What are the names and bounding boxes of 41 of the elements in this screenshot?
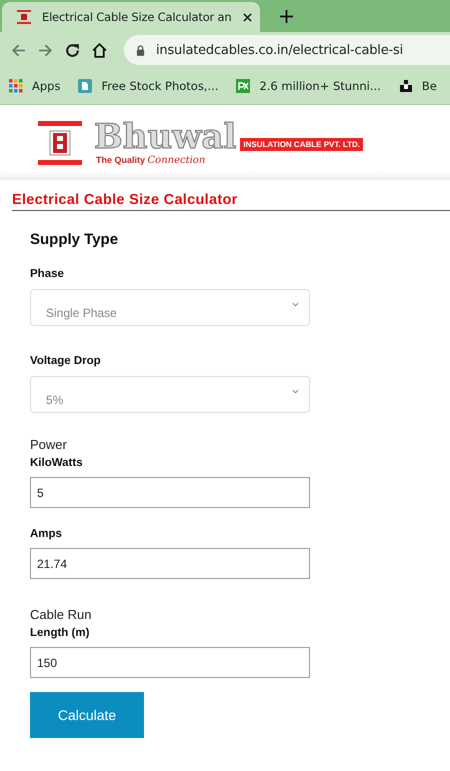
group-label: Power bbox=[30, 437, 67, 452]
page-title: Electrical Cable Size Calculator bbox=[12, 192, 450, 211]
favicon-icon bbox=[16, 9, 32, 25]
logo-wordmark: Bhuwal bbox=[94, 119, 236, 155]
home-icon[interactable] bbox=[91, 42, 108, 58]
apps-grid-icon bbox=[9, 79, 23, 93]
field-label: Length (m) bbox=[30, 627, 90, 639]
field-label: Phase bbox=[30, 268, 64, 280]
document-icon bbox=[78, 79, 92, 93]
logo-icon bbox=[38, 120, 82, 164]
forward-icon[interactable] bbox=[37, 42, 54, 58]
bookmark[interactable]: 2.6 million+ Stunni... bbox=[236, 79, 381, 93]
bookmark[interactable]: Free Stock Photos,... bbox=[78, 79, 218, 93]
back-icon[interactable] bbox=[10, 42, 27, 58]
input-field[interactable]: 5 bbox=[30, 477, 310, 508]
url-text: insulatedcables.co.in/electrical-cable-si bbox=[156, 42, 403, 58]
input-field[interactable]: 150 bbox=[30, 647, 310, 678]
reload-icon[interactable] bbox=[64, 42, 81, 58]
bookmark[interactable]: Apps bbox=[9, 79, 60, 93]
input-field[interactable]: 21.74 bbox=[30, 548, 310, 579]
tab-title: Electrical Cable Size Calculator an bbox=[42, 10, 232, 24]
plus-icon[interactable] bbox=[280, 10, 293, 23]
dropdown[interactable]: 5% bbox=[30, 376, 310, 413]
logo-tagline: The Quality Connection bbox=[96, 155, 206, 165]
group-label: Cable Run bbox=[30, 607, 92, 622]
field-label: Amps bbox=[30, 528, 62, 540]
company-label: INSULATION CABLE PVT. LTD. bbox=[240, 138, 363, 151]
lock-icon bbox=[136, 44, 145, 56]
bookmark[interactable]: Be bbox=[398, 79, 437, 93]
chevron-down-icon bbox=[292, 302, 299, 307]
close-icon[interactable] bbox=[243, 12, 252, 22]
field-label: KiloWatts bbox=[30, 457, 83, 469]
section-heading: Supply Type bbox=[30, 231, 118, 250]
px-logo-icon bbox=[236, 79, 250, 93]
dropdown[interactable]: Single Phase bbox=[30, 289, 310, 326]
field-label: Voltage Drop bbox=[30, 355, 101, 367]
chevron-down-icon bbox=[292, 389, 299, 394]
blocks-icon bbox=[398, 79, 413, 93]
address-bar[interactable]: insulatedcables.co.in/electrical-cable-si bbox=[124, 35, 450, 65]
browser-tab[interactable]: Electrical Cable Size Calculator an bbox=[2, 2, 260, 32]
calculate-button[interactable]: Calculate bbox=[30, 692, 144, 738]
